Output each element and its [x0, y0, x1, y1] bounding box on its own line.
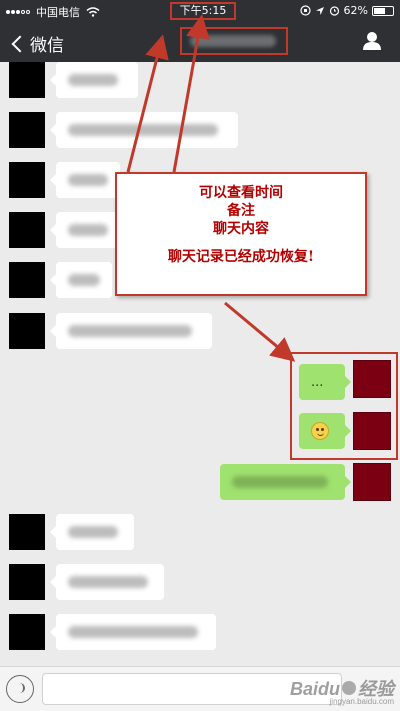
watermark-url: jingyan.baidu.com: [329, 697, 394, 706]
arrow-to-time: [172, 14, 210, 173]
annotation-arrows: [126, 14, 296, 362]
arrow-to-messages: [224, 301, 296, 362]
voice-input-icon[interactable]: [6, 675, 34, 703]
chat-screen: 中国电信 下午5:15 62% 微信 ... 可以查看时间 备注 聊天内容 聊天…: [0, 0, 400, 711]
baidu-paw-icon: [342, 681, 356, 695]
arrow-to-title: [126, 34, 169, 173]
baidu-jingyan-watermark: Baidu 经验 jingyan.baidu.com: [290, 675, 394, 706]
input-bar: Baidu 经验 jingyan.baidu.com: [0, 666, 400, 711]
